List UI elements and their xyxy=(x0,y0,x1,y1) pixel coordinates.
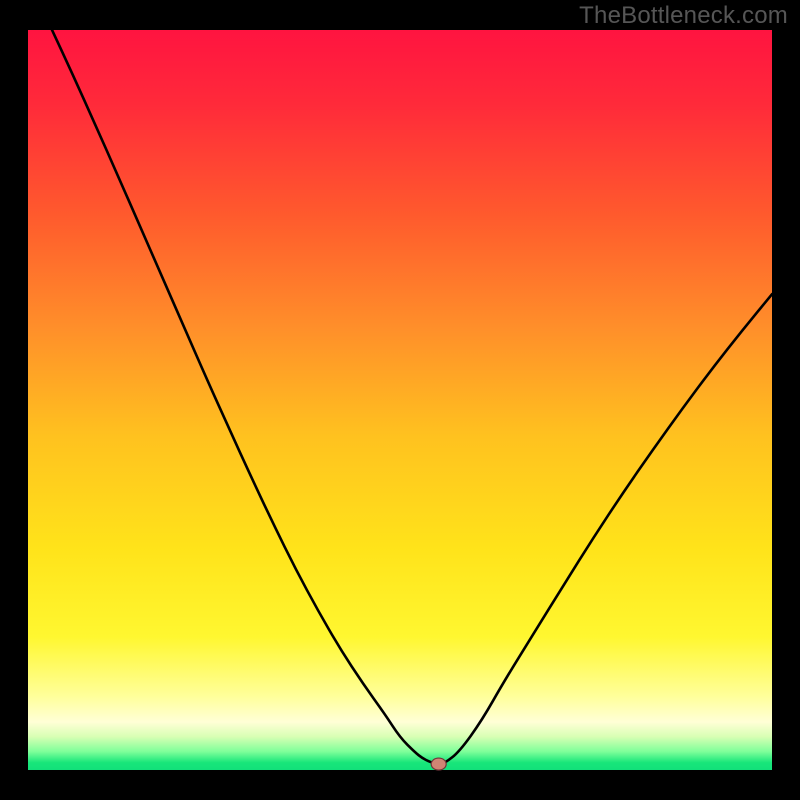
watermark-text: TheBottleneck.com xyxy=(579,2,788,30)
chart-container: { "watermark": "TheBottleneck.com", "col… xyxy=(0,0,800,800)
optimum-marker xyxy=(431,758,446,770)
plot-background xyxy=(28,30,772,770)
bottleneck-chart xyxy=(0,0,800,800)
